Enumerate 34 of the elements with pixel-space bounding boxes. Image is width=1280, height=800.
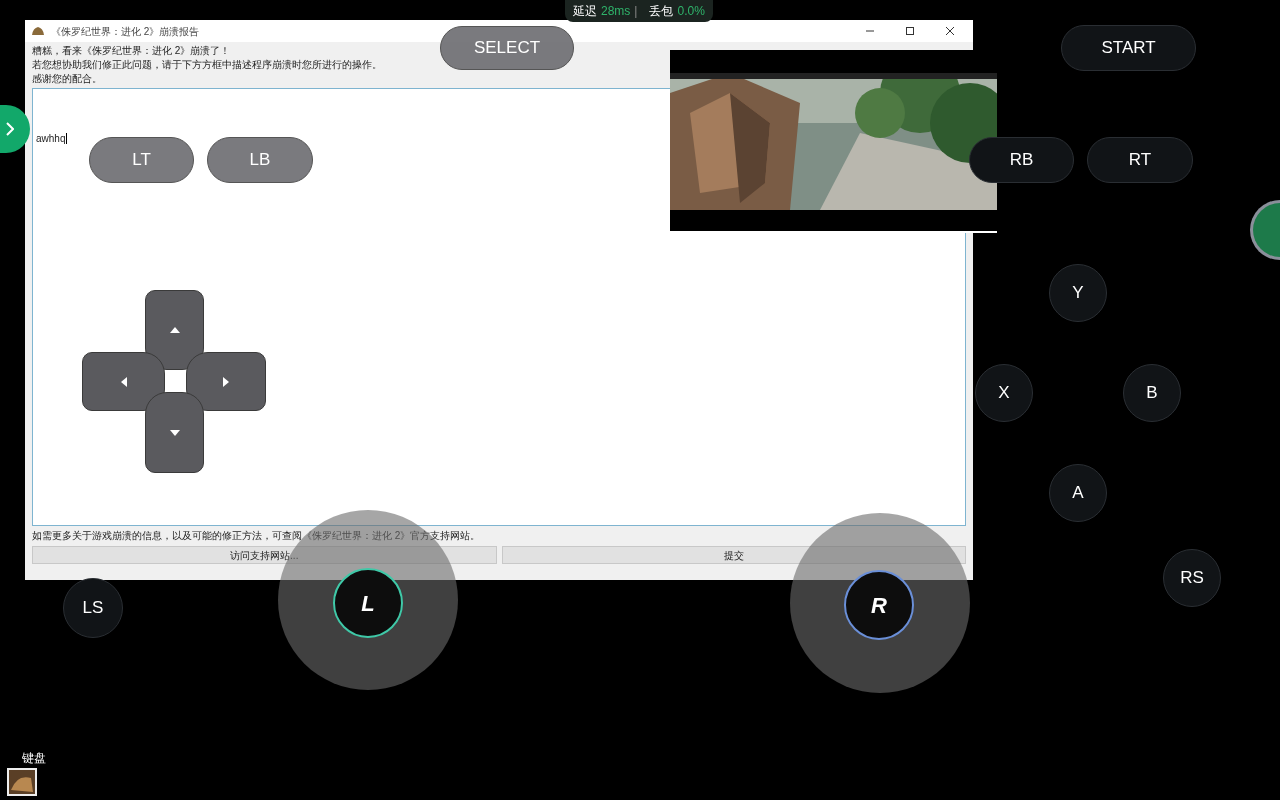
- gamepad-button[interactable]: LT: [89, 137, 194, 183]
- latency-value: 28ms: [601, 3, 631, 20]
- joystick-button[interactable]: L: [333, 568, 403, 638]
- gamepad-button[interactable]: B: [1123, 364, 1181, 422]
- keyboard-button[interactable]: [7, 768, 37, 796]
- maximize-icon: [905, 26, 915, 36]
- latency-label: 延迟: [573, 3, 597, 20]
- visit-website-button[interactable]: 访问支持网站...: [32, 546, 497, 564]
- window-title: 《侏罗纪世界：进化 2》崩溃报告: [51, 24, 201, 39]
- chevron-right-icon: [6, 122, 14, 136]
- keyboard-label: 键盘: [22, 750, 46, 766]
- packet-loss-value: 0.0%: [677, 3, 705, 20]
- gamepad-button[interactable]: RS: [1163, 549, 1221, 607]
- close-icon: [945, 26, 955, 36]
- packet-loss-label: 丢包: [649, 3, 674, 20]
- footer-note: 如需更多关于游戏崩溃的信息，以及可能的修正方法，可查阅《侏罗纪世界：进化 2》官方支持网站。: [32, 529, 481, 543]
- separator-text: |: [634, 3, 638, 20]
- submit-button[interactable]: 提交: [501, 546, 966, 564]
- gamepad-button[interactable]: X: [975, 364, 1033, 422]
- message-text: 若您想协助我们修正此问题，请于下方方框中描述程序崩溃时您所进行的操作。: [32, 58, 382, 72]
- gamepad-button[interactable]: A: [1049, 464, 1107, 522]
- gamepad-button[interactable]: SELECT: [440, 26, 574, 70]
- joystick-button[interactable]: R: [844, 570, 914, 640]
- gamepad-button[interactable]: Y: [1049, 264, 1107, 322]
- app-badge-icon[interactable]: [1250, 200, 1280, 260]
- hat-icon: [31, 26, 45, 36]
- gamepad-button[interactable]: START: [1061, 25, 1196, 71]
- gamepad-button[interactable]: RT: [1087, 137, 1193, 183]
- side-panel-toggle[interactable]: [0, 105, 30, 153]
- message-text: 感谢您的配合。: [32, 72, 102, 86]
- gamepad-button[interactable]: LB: [207, 137, 313, 183]
- gamepad-button[interactable]: LS: [63, 578, 123, 638]
- message-text: 糟糕，看来《侏罗纪世界：进化 2》崩溃了！: [32, 44, 231, 58]
- gamepad-button[interactable]: RB: [969, 137, 1074, 183]
